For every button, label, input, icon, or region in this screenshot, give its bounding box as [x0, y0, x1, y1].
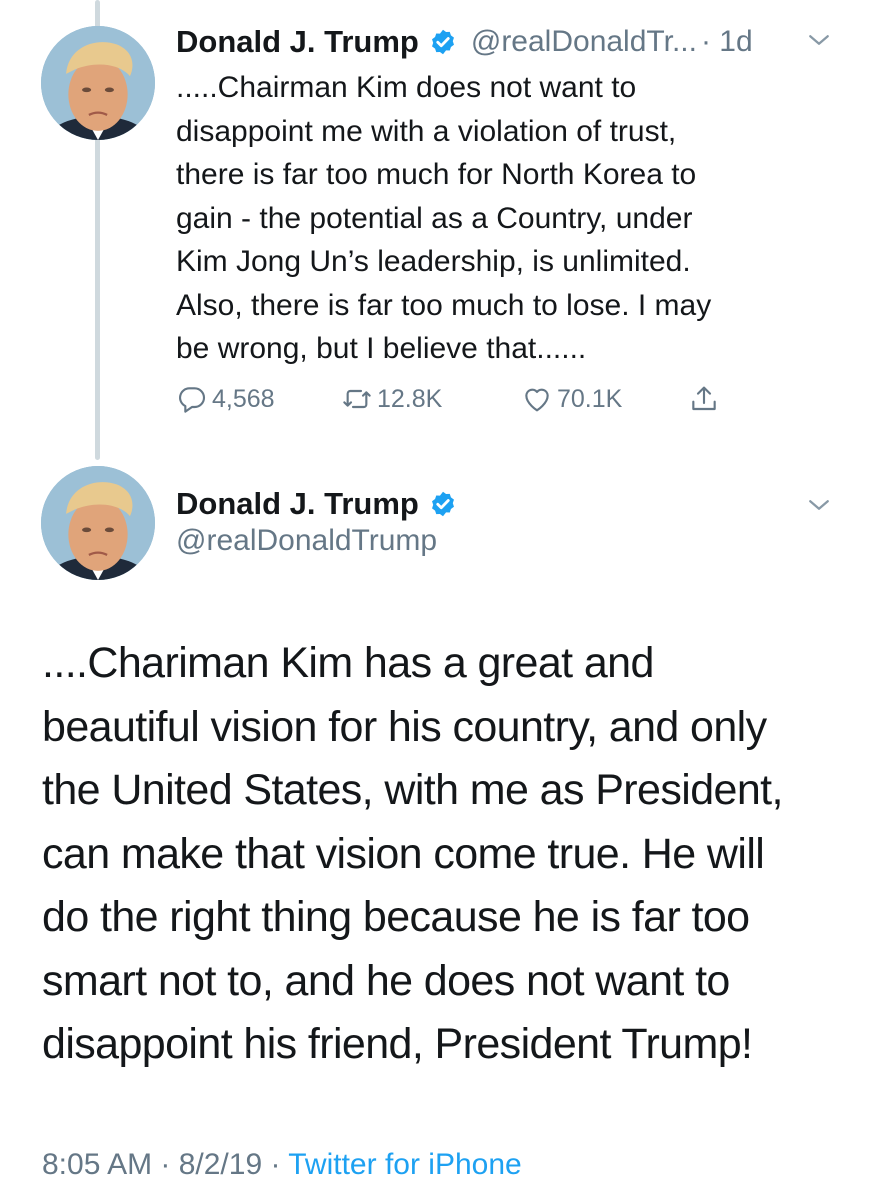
tweet-text: .....Chairman Kim does not want to disap… — [176, 71, 712, 365]
avatar-portrait-image — [41, 26, 155, 140]
verified-badge-icon — [429, 490, 457, 518]
author-handle[interactable]: @realDonaldTr... — [471, 25, 697, 59]
tweet-source-link[interactable]: Twitter for iPhone — [288, 1148, 521, 1181]
retweet-count: 12.8K — [377, 384, 443, 413]
retweet-button[interactable]: 12.8K — [341, 383, 442, 415]
chevron-down-icon[interactable] — [804, 25, 834, 55]
tweet-time[interactable]: · 1d — [701, 25, 753, 59]
like-button[interactable]: 70.1K — [521, 383, 622, 415]
tweet-header: Donald J. Trump @realDonaldTr... · 1d — [176, 20, 856, 64]
share-button[interactable] — [688, 383, 724, 415]
tweet-header: Donald J. Trump — [176, 482, 457, 526]
tweet-actions: 4,568 12.8K 70.1K — [176, 383, 756, 423]
tweet-text: ....Chariman Kim has a great and beautif… — [42, 639, 783, 1068]
verified-badge-icon — [429, 28, 457, 56]
tweet-thread: Donald J. Trump @realDonaldTr... · 1d ..… — [0, 0, 872, 1200]
author-name[interactable]: Donald J. Trump — [176, 486, 419, 522]
avatar[interactable] — [41, 26, 155, 140]
like-count: 70.1K — [557, 384, 623, 413]
reply-icon — [179, 387, 206, 413]
retweet-icon — [343, 389, 371, 409]
chevron-down-icon[interactable] — [804, 490, 834, 520]
reply-count: 4,568 — [212, 384, 275, 413]
avatar-portrait-image — [41, 466, 155, 580]
share-icon — [692, 386, 716, 411]
reply-button[interactable]: 4,568 — [176, 383, 275, 415]
author-name[interactable]: Donald J. Trump — [176, 24, 419, 60]
heart-icon — [525, 388, 549, 412]
tweet-timestamp[interactable]: 8:05 AM · 8/2/19 · — [42, 1148, 288, 1181]
avatar[interactable] — [41, 466, 155, 580]
author-handle[interactable]: @realDonaldTrump — [176, 524, 437, 558]
tweet-metadata: 8:05 AM · 8/2/19 · Twitter for iPhone — [42, 1148, 522, 1182]
